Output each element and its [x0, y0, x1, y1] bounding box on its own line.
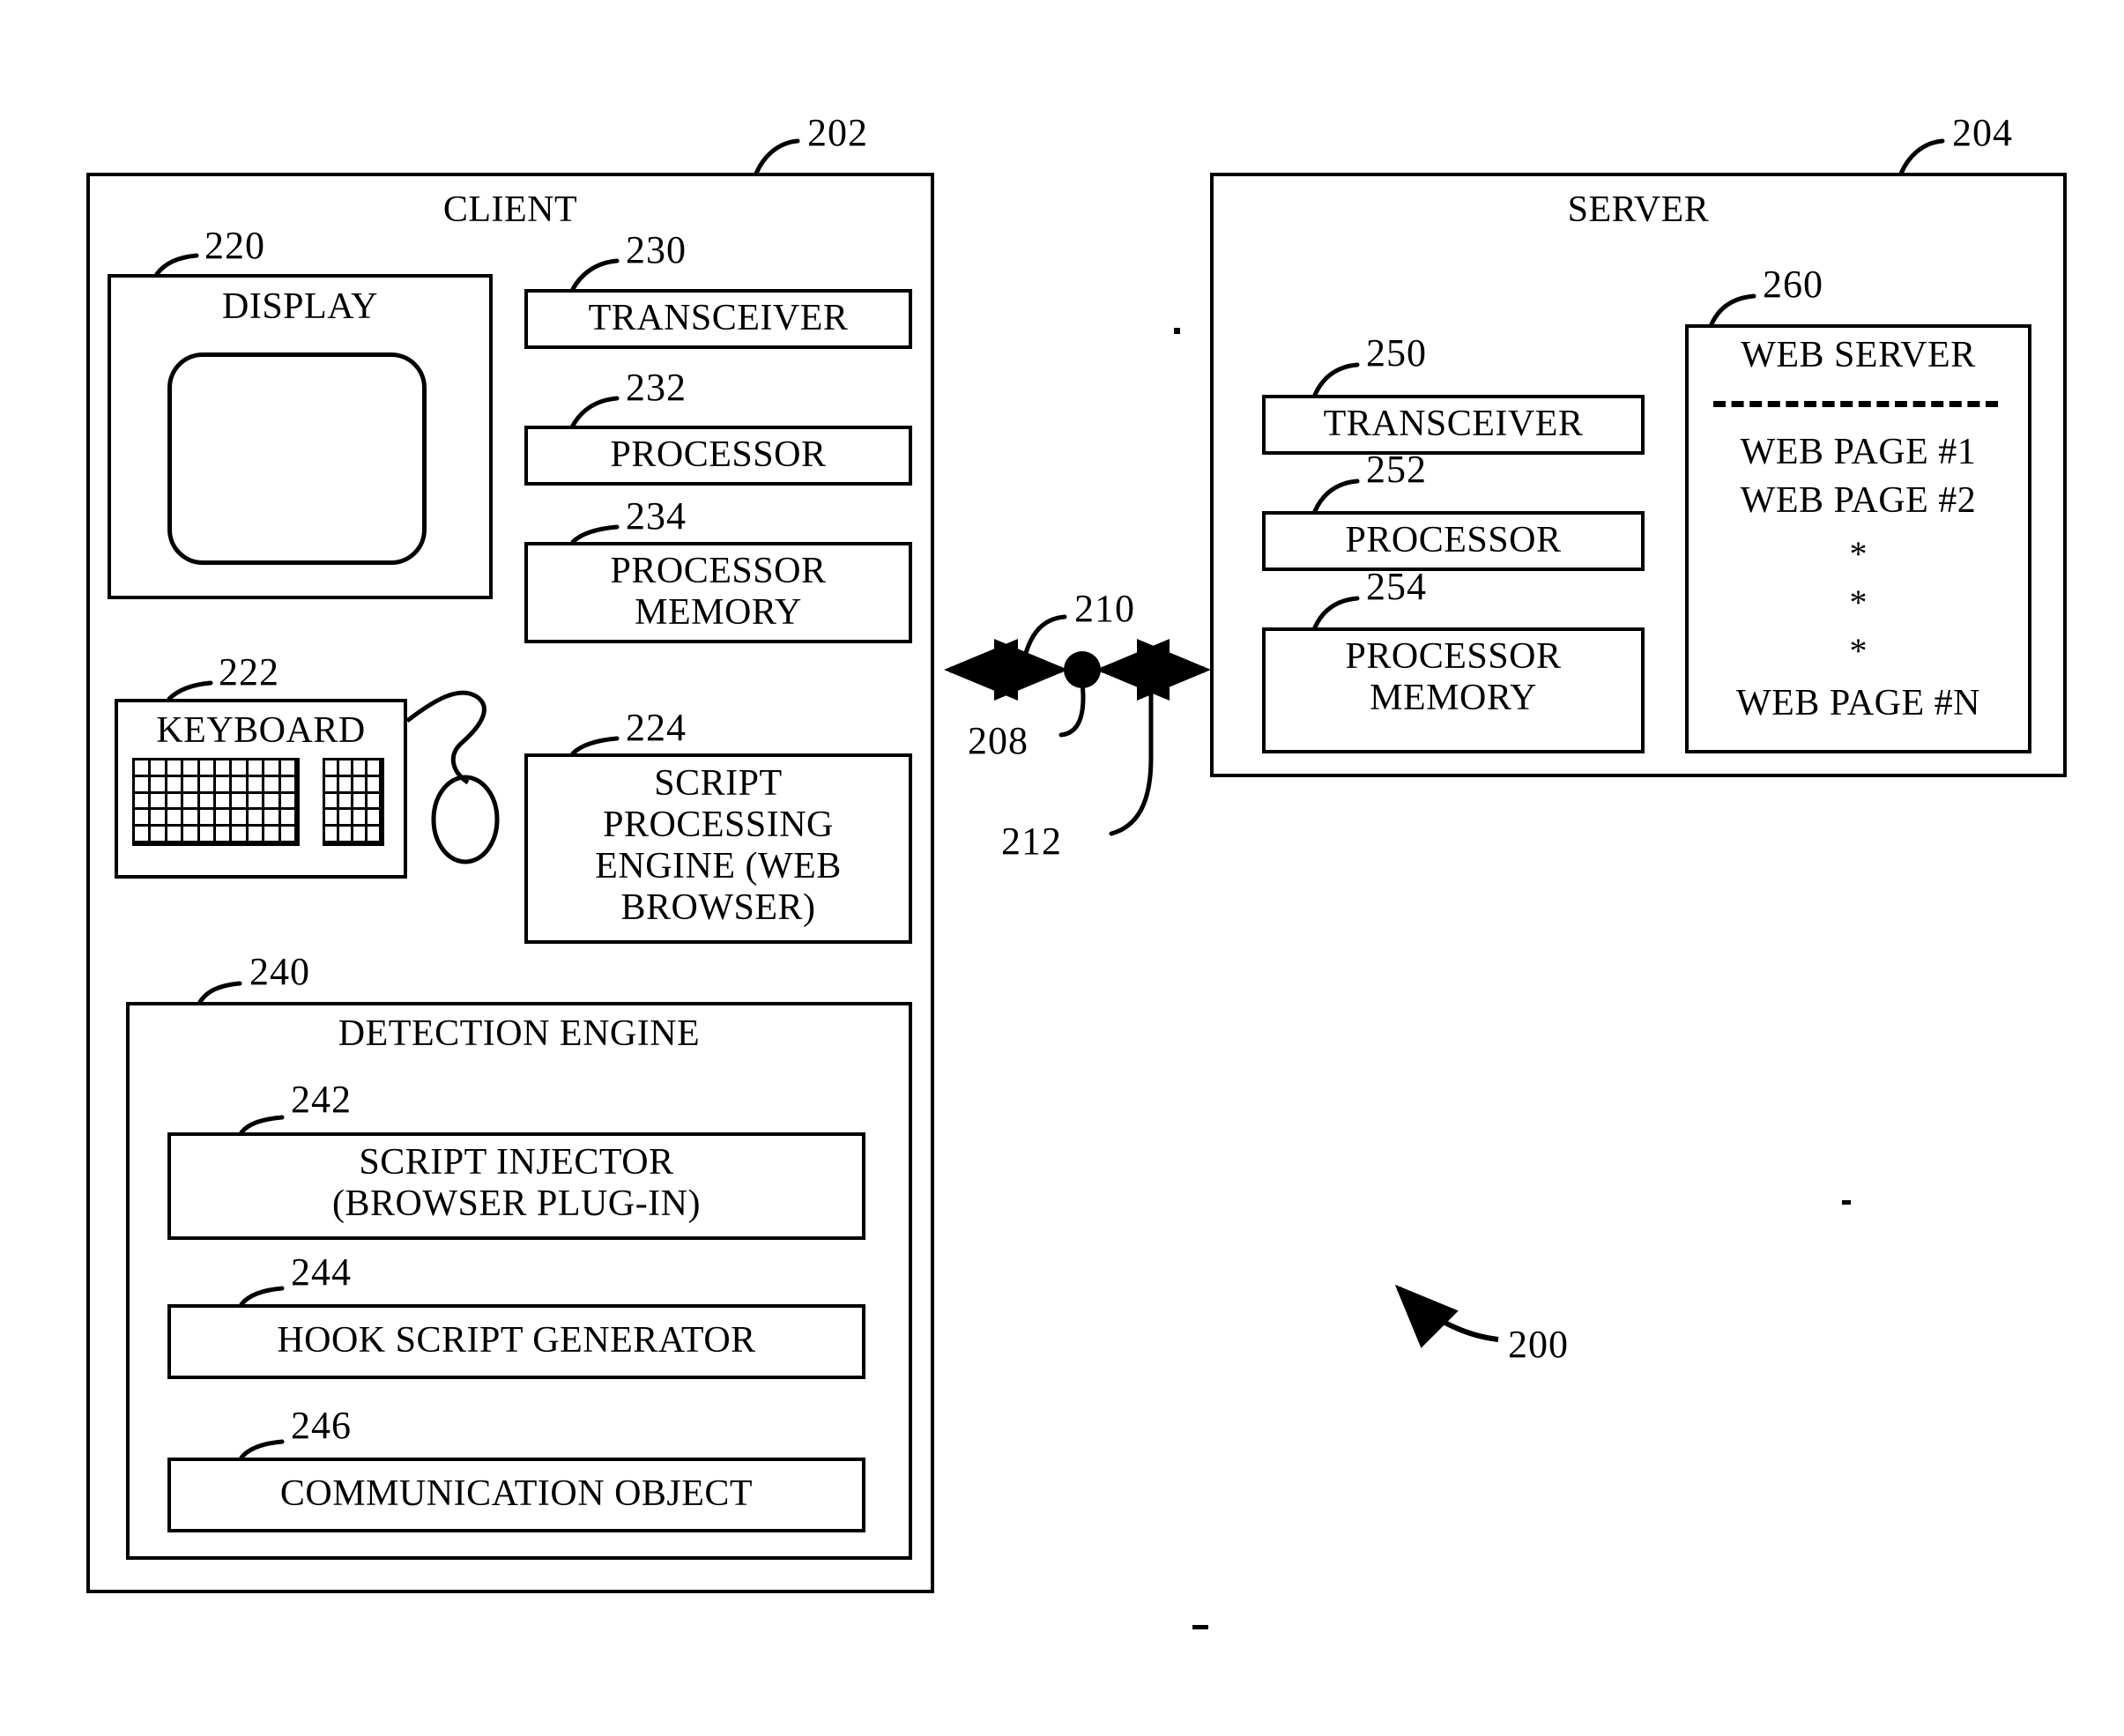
keyboard-label: KEYBOARD	[156, 710, 366, 751]
ellipsis-star-2: *	[1849, 582, 1868, 622]
ref-208: 208	[968, 719, 1029, 762]
ref-220: 220	[204, 224, 265, 267]
client-processor-memory-label: PROCESSOR MEMORY	[610, 551, 827, 634]
ellipsis-star-3: *	[1849, 631, 1868, 671]
ref-244: 244	[291, 1250, 352, 1294]
ref-242: 242	[291, 1078, 352, 1121]
detection-engine-label: DETECTION ENGINE	[338, 1013, 701, 1054]
server-transceiver-label: TRANSCEIVER	[1323, 404, 1584, 444]
figure-callout-arrow	[1394, 1284, 1499, 1348]
ellipsis-star-1: *	[1849, 534, 1868, 574]
keyboard-main-keys	[132, 758, 300, 846]
ref-222: 222	[219, 650, 279, 694]
leader-202	[754, 138, 800, 176]
display-screen	[167, 352, 427, 565]
ref-252: 252	[1366, 448, 1427, 491]
ref-210: 210	[1074, 587, 1135, 630]
ref-234: 234	[626, 494, 687, 538]
ref-212: 212	[1001, 820, 1062, 863]
display-label: DISPLAY	[222, 286, 378, 327]
leader-208	[1058, 680, 1086, 738]
ref-230: 230	[626, 228, 687, 271]
ref-240: 240	[249, 950, 310, 993]
server-processor-memory-label: PROCESSOR MEMORY	[1345, 636, 1562, 719]
leader-204	[1898, 138, 1945, 176]
server-processor-label: PROCESSOR	[1345, 520, 1562, 560]
ref-250: 250	[1366, 331, 1427, 375]
ref-224: 224	[626, 706, 687, 749]
client-transceiver-label: TRANSCEIVER	[588, 298, 849, 338]
client-processor-label: PROCESSOR	[610, 434, 827, 475]
web-server-divider	[1713, 401, 1998, 407]
web-page-2-label: WEB PAGE #2	[1740, 480, 1977, 521]
hook-script-generator-label: HOOK SCRIPT GENERATOR	[277, 1320, 756, 1361]
server-title: SERVER	[1567, 189, 1710, 230]
ref-232: 232	[626, 366, 687, 409]
ref-200: 200	[1508, 1323, 1569, 1366]
communication-object-label: COMMUNICATION OBJECT	[279, 1473, 754, 1514]
network-node-dot	[1064, 651, 1101, 688]
ref-246: 246	[291, 1404, 352, 1447]
ref-254: 254	[1366, 565, 1427, 608]
keyboard-numpad-keys	[323, 758, 384, 846]
ref-260: 260	[1763, 263, 1823, 306]
ref-204: 204	[1952, 111, 2013, 154]
script-injector-label: SCRIPT INJECTOR (BROWSER PLUG-IN)	[332, 1142, 701, 1225]
web-server-label: WEB SERVER	[1741, 335, 1976, 375]
leader-210	[1020, 614, 1067, 670]
web-page-n-label: WEB PAGE #N	[1736, 683, 1980, 723]
script-engine-label: SCRIPT PROCESSING ENGINE (WEB BROWSER)	[595, 763, 842, 929]
ref-202: 202	[807, 111, 868, 154]
web-page-1-label: WEB PAGE #1	[1740, 432, 1977, 472]
leader-212	[1109, 667, 1154, 836]
patent-figure-canvas: CLIENT DISPLAY 220 KEYBOARD 222 TRANSCEI…	[0, 0, 2124, 1736]
